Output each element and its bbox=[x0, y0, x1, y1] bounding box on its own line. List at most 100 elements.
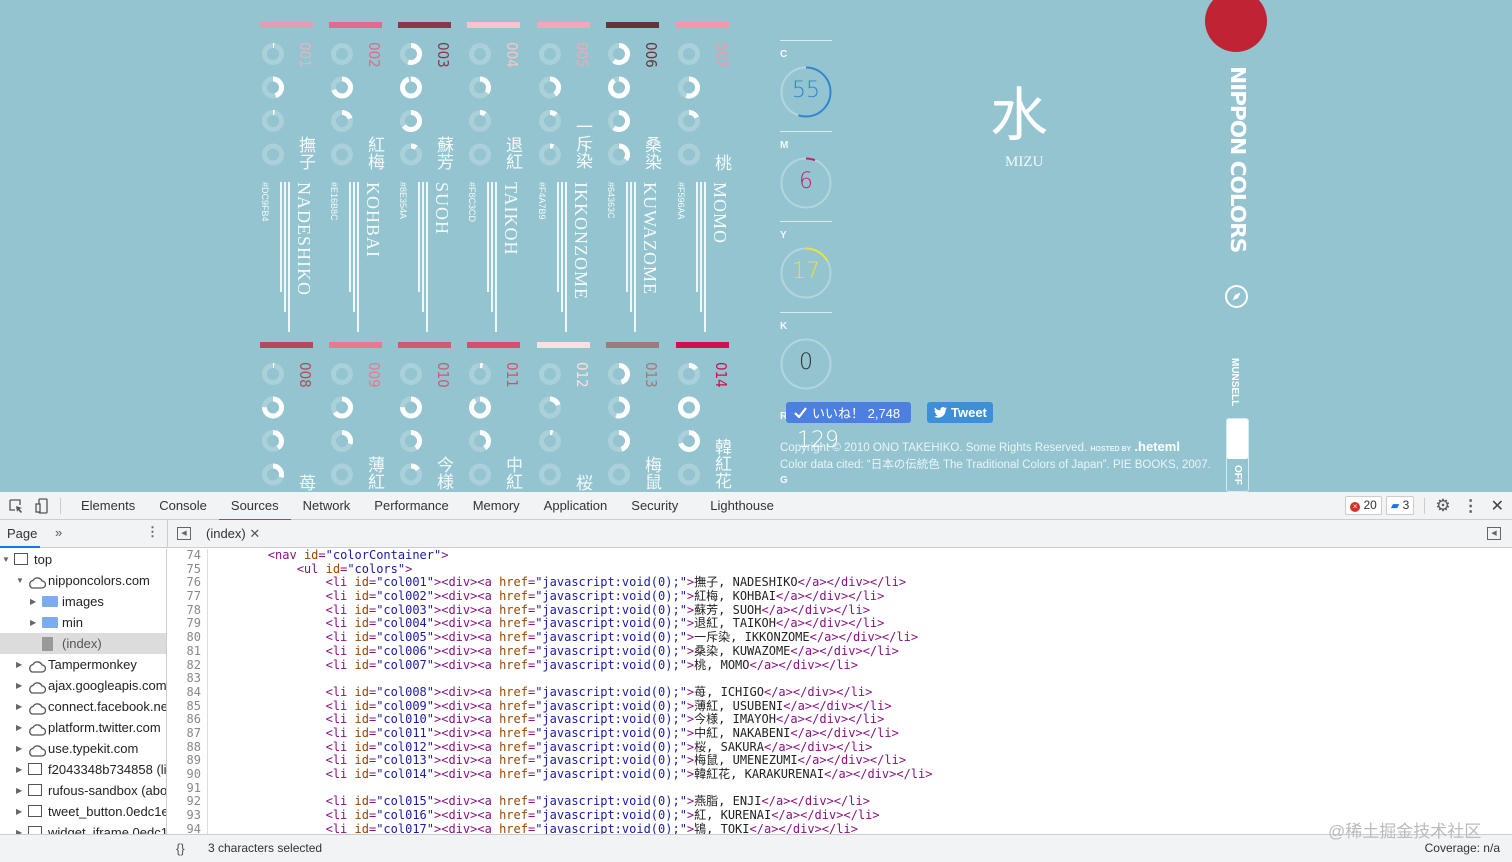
site-title[interactable]: NIPPON COLORS bbox=[1226, 66, 1250, 252]
device-toolbar-icon[interactable] bbox=[34, 497, 50, 514]
color-item-014[interactable]: 014 韓紅花 bbox=[676, 342, 732, 492]
tab-sources[interactable]: Sources bbox=[218, 492, 291, 521]
line-number[interactable]: 85 bbox=[168, 699, 208, 714]
tree-item[interactable]: (index) bbox=[0, 633, 166, 654]
color-item-008[interactable]: 008 苺 bbox=[260, 342, 316, 492]
toggle-navigator-icon[interactable]: ◀ bbox=[177, 527, 191, 540]
code-line: 82 <li id="col007"><div><a href="javascr… bbox=[168, 658, 1512, 673]
tab-security[interactable]: Security bbox=[619, 492, 690, 520]
line-number[interactable]: 75 bbox=[168, 562, 208, 577]
collapsed-arrow-icon[interactable]: ▶ bbox=[16, 654, 22, 675]
collapsed-arrow-icon[interactable]: ▶ bbox=[16, 759, 22, 780]
tree-item[interactable]: ▶ connect.facebook.net bbox=[0, 696, 166, 717]
inspect-element-icon[interactable] bbox=[8, 498, 24, 514]
tree-item[interactable]: ▶ rufous-sandbox (about bbox=[0, 780, 166, 801]
heteml-logo[interactable]: .heteml bbox=[1134, 439, 1180, 454]
page-tab[interactable]: Page bbox=[7, 526, 37, 541]
collapsed-arrow-icon[interactable]: ▶ bbox=[16, 801, 22, 822]
code-editor[interactable]: 74 <nav id="colorContainer"> 75 <ul id="c… bbox=[168, 549, 1512, 834]
expanded-arrow-icon[interactable]: ▼ bbox=[2, 549, 10, 570]
color-item-009[interactable]: 009 薄紅 bbox=[329, 342, 385, 492]
collapsed-arrow-icon[interactable]: ▶ bbox=[16, 696, 22, 717]
settings-gear-icon[interactable]: ⚙ bbox=[1435, 496, 1450, 516]
tree-item[interactable]: ▶ platform.twitter.com bbox=[0, 717, 166, 738]
pretty-print-icon[interactable]: {} bbox=[176, 841, 185, 856]
color-item-005[interactable]: 005 一斥染 #F4A7B9 IKKONZOME bbox=[537, 22, 593, 332]
collapsed-arrow-icon[interactable]: ▶ bbox=[16, 675, 22, 696]
tree-item[interactable]: ▶ images bbox=[0, 591, 166, 612]
line-number[interactable]: 81 bbox=[168, 644, 208, 659]
tab-application[interactable]: Application bbox=[532, 492, 620, 520]
toggle-knob[interactable] bbox=[1227, 419, 1248, 459]
tab-console[interactable]: Console bbox=[147, 492, 219, 520]
line-number[interactable]: 92 bbox=[168, 795, 208, 810]
line-number[interactable]: 94 bbox=[168, 822, 208, 834]
collapsed-arrow-icon[interactable]: ▶ bbox=[30, 591, 36, 612]
tree-item[interactable]: ▶ min bbox=[0, 612, 166, 633]
collapsed-arrow-icon[interactable]: ▶ bbox=[16, 780, 22, 801]
more-panes-icon[interactable]: » bbox=[55, 525, 62, 540]
line-number[interactable]: 82 bbox=[168, 658, 208, 673]
tab-performance[interactable]: Performance bbox=[362, 492, 460, 520]
tree-item[interactable]: ▶ use.typekit.com bbox=[0, 738, 166, 759]
navigator-menu-icon[interactable]: ⋮ bbox=[146, 524, 159, 540]
file-tab-index[interactable]: (index) ✕ bbox=[206, 526, 260, 542]
color-item-012[interactable]: 012 桜 bbox=[537, 342, 593, 492]
line-number[interactable]: 88 bbox=[168, 740, 208, 755]
collapsed-arrow-icon[interactable]: ▶ bbox=[30, 612, 36, 633]
line-number[interactable]: 89 bbox=[168, 754, 208, 768]
color-item-004[interactable]: 004 退紅 #F8C3CD TAIKOH bbox=[467, 22, 523, 332]
collapsed-arrow-icon[interactable]: ▶ bbox=[16, 717, 22, 738]
collapsed-arrow-icon[interactable]: ▶ bbox=[16, 738, 22, 759]
line-number[interactable]: 76 bbox=[168, 576, 208, 591]
line-number[interactable]: 78 bbox=[168, 603, 208, 618]
color-item-006[interactable]: 006 桑染 #64363C KUWAZOME bbox=[606, 22, 662, 332]
color-item-007[interactable]: 007 桃 #F596AA MOMO bbox=[676, 22, 732, 332]
line-number[interactable]: 83 bbox=[168, 671, 208, 686]
color-item-003[interactable]: 003 蘇芳 #8E354A SUOH bbox=[398, 22, 454, 332]
line-number[interactable]: 77 bbox=[168, 589, 208, 604]
toggle-debugger-icon[interactable]: ◀ bbox=[1487, 527, 1501, 540]
line-number[interactable]: 91 bbox=[168, 781, 208, 796]
tree-item[interactable]: ▶ f2043348b734858 (like bbox=[0, 759, 166, 780]
line-number[interactable]: 93 bbox=[168, 808, 208, 823]
collapsed-arrow-icon[interactable]: ▶ bbox=[16, 822, 22, 834]
sources-toolbar: Page » ⋮ ◀ (index) ✕ ◀ bbox=[0, 520, 1512, 548]
tree-item[interactable]: ▶ ajax.googleapis.com bbox=[0, 675, 166, 696]
cmyk-label-Y: Y bbox=[780, 230, 787, 241]
error-count-badge[interactable]: × 20 bbox=[1345, 496, 1382, 515]
color-item-011[interactable]: 011 中紅 bbox=[467, 342, 523, 492]
color-item-013[interactable]: 013 梅鼠 bbox=[606, 342, 662, 492]
tweet-button[interactable]: Tweet bbox=[927, 402, 993, 423]
compass-icon[interactable] bbox=[1224, 284, 1249, 314]
tree-item[interactable]: ▼ top bbox=[0, 549, 166, 570]
tab-memory[interactable]: Memory bbox=[461, 492, 532, 520]
color-item-001[interactable]: 001 撫子 #DC9FB4 NADESHIKO bbox=[260, 22, 316, 332]
line-number[interactable]: 80 bbox=[168, 630, 208, 645]
logo-red-sun[interactable] bbox=[1205, 0, 1267, 52]
tab-network[interactable]: Network bbox=[291, 492, 363, 520]
tree-item[interactable]: ▼ nipponcolors.com bbox=[0, 570, 166, 591]
line-number[interactable]: 87 bbox=[168, 726, 208, 741]
facebook-like-button[interactable]: いいね！ 2,748 bbox=[786, 402, 911, 423]
line-number[interactable]: 74 bbox=[168, 549, 208, 563]
line-number[interactable]: 86 bbox=[168, 713, 208, 727]
tree-item[interactable]: ▶ tweet_button.0edc1e bbox=[0, 801, 166, 822]
more-options-icon[interactable]: ⋮ bbox=[1463, 496, 1479, 516]
line-number[interactable]: 84 bbox=[168, 685, 208, 700]
munsell-toggle[interactable]: OFF bbox=[1226, 418, 1249, 492]
close-devtools-icon[interactable]: ✕ bbox=[1491, 496, 1504, 516]
line-number[interactable]: 79 bbox=[168, 617, 208, 632]
line-number[interactable]: 90 bbox=[168, 767, 208, 782]
expanded-arrow-icon[interactable]: ▼ bbox=[16, 570, 24, 591]
decorative-line bbox=[704, 182, 706, 332]
tab-lighthouse[interactable]: Lighthouse bbox=[698, 492, 786, 520]
tree-item[interactable]: ▶ Tampermonkey bbox=[0, 654, 166, 675]
tree-item[interactable]: ▶ widget_iframe.0edc1 bbox=[0, 822, 166, 834]
close-tab-icon[interactable]: ✕ bbox=[249, 526, 260, 541]
tab-elements[interactable]: Elements bbox=[69, 492, 147, 520]
color-item-010[interactable]: 010 今様 bbox=[398, 342, 454, 492]
color-item-002[interactable]: 002 紅梅 #E16B8C KOHBAI bbox=[329, 22, 385, 332]
color-swatch-bar bbox=[260, 22, 313, 28]
message-count-badge[interactable]: ▰ 3 bbox=[1385, 496, 1415, 515]
